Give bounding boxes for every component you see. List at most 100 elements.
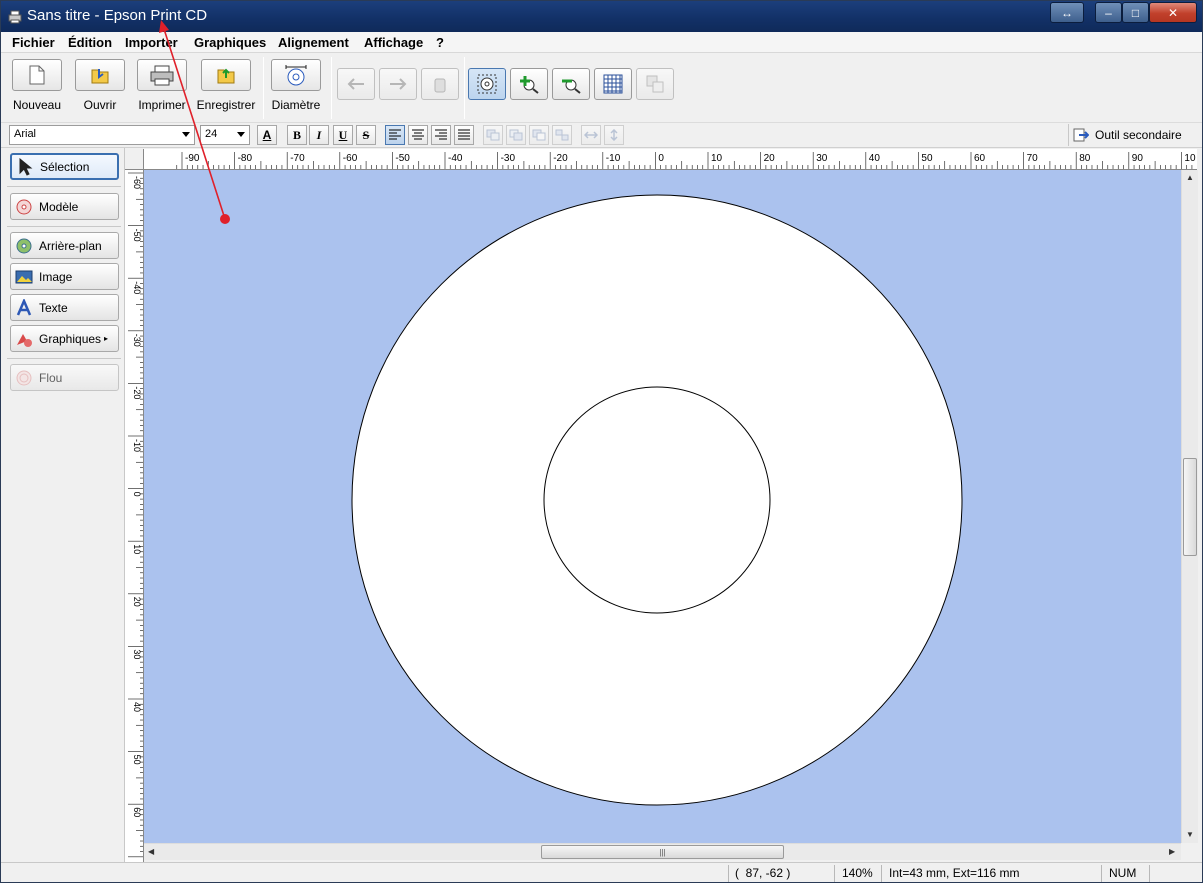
- layout-icon: [646, 75, 664, 93]
- strikethrough-button[interactable]: S: [356, 125, 376, 145]
- italic-button[interactable]: I: [309, 125, 329, 145]
- redo-arrow-icon: [390, 78, 407, 90]
- menu-edition[interactable]: Édition: [68, 35, 112, 50]
- delete-button[interactable]: [421, 68, 459, 100]
- send-backward-button[interactable]: [529, 125, 549, 145]
- blur-icon: [16, 370, 32, 385]
- open-label: Ouvrir: [83, 98, 117, 112]
- ruler-label: -20: [553, 153, 568, 164]
- blur-tool-label: Flou: [39, 370, 63, 385]
- print-button[interactable]: [137, 59, 187, 91]
- ruler-label: 20: [764, 153, 776, 164]
- scroll-left-icon[interactable]: ◀: [148, 847, 154, 856]
- undo-button[interactable]: [337, 68, 375, 100]
- model-tool[interactable]: Modèle: [10, 193, 119, 220]
- new-button[interactable]: [12, 59, 62, 91]
- model-tool-label: Modèle: [39, 199, 79, 214]
- close-button[interactable]: ✕: [1149, 2, 1197, 23]
- layer-back-icon: [555, 129, 569, 141]
- text-tool-label: Texte: [39, 300, 68, 315]
- vertical-scrollbar[interactable]: ▲ ▼: [1181, 170, 1198, 843]
- toolbar-separator: [263, 57, 264, 119]
- chevron-down-icon: [182, 132, 190, 137]
- scroll-right-icon[interactable]: ▶: [1169, 847, 1175, 856]
- design-canvas[interactable]: [144, 170, 1181, 843]
- center-horizontal-button[interactable]: [581, 125, 601, 145]
- tool-panel: Sélection Modèle Arrière-plan Image Text…: [1, 148, 125, 862]
- ruler-label: 50: [921, 153, 933, 164]
- ruler-label: 30: [816, 153, 828, 164]
- tool-separator: [7, 358, 121, 359]
- grid-icon: [603, 74, 623, 94]
- ruler-label: 20: [132, 597, 142, 607]
- resize-icon[interactable]: ↔: [1050, 2, 1084, 23]
- underline-button[interactable]: U: [333, 125, 353, 145]
- layout-button[interactable]: [636, 68, 674, 100]
- menu-alignement[interactable]: Alignement: [278, 35, 349, 50]
- minimize-button[interactable]: –: [1095, 2, 1122, 23]
- scroll-up-icon[interactable]: ▲: [1186, 173, 1194, 182]
- redo-button[interactable]: [379, 68, 417, 100]
- send-back-button[interactable]: [552, 125, 572, 145]
- ruler-label: 30: [132, 649, 142, 659]
- horizontal-scrollbar[interactable]: ◀ ||| ▶: [144, 843, 1181, 860]
- background-tool[interactable]: Arrière-plan: [10, 232, 119, 259]
- ruler-label: -50: [132, 229, 142, 242]
- align-center-button[interactable]: [408, 125, 428, 145]
- align-right-button[interactable]: [431, 125, 451, 145]
- status-divider: [728, 865, 729, 882]
- shapes-icon: [17, 333, 32, 347]
- bold-button[interactable]: B: [287, 125, 307, 145]
- disc-layout[interactable]: [144, 170, 1181, 843]
- graphics-tool[interactable]: Graphiques ▸: [10, 325, 119, 352]
- horizontal-scroll-thumb[interactable]: |||: [541, 845, 784, 859]
- open-button[interactable]: [75, 59, 125, 91]
- bring-front-button[interactable]: [483, 125, 503, 145]
- selection-tool[interactable]: Sélection: [10, 153, 119, 180]
- disc-inner-edge[interactable]: [543, 386, 771, 614]
- zoom-in-button[interactable]: [510, 68, 548, 100]
- text-color-button[interactable]: A: [257, 125, 277, 145]
- new-label: Nouveau: [12, 98, 62, 112]
- ruler-label: 60: [132, 807, 142, 817]
- scroll-down-icon[interactable]: ▼: [1186, 830, 1194, 839]
- center-vertical-icon: [610, 129, 618, 141]
- font-size-dropdown[interactable]: 24: [200, 125, 250, 145]
- secondary-tool-button[interactable]: Outil secondaire: [1068, 124, 1190, 146]
- zoom-out-button[interactable]: [552, 68, 590, 100]
- status-bar: ( 87, -62 ) 140% Int=43 mm, Ext=116 mm N…: [1, 862, 1202, 882]
- text-tool[interactable]: Texte: [10, 294, 119, 321]
- diameter-button[interactable]: [271, 59, 321, 91]
- ruler-label: -20: [132, 386, 142, 399]
- align-left-button[interactable]: [385, 125, 405, 145]
- title-bar[interactable]: Sans titre - Epson Print CD ↔ – □ ✕: [1, 1, 1202, 32]
- blur-tool[interactable]: Flou: [10, 364, 119, 391]
- disc-diameters: Int=43 mm, Ext=116 mm: [889, 866, 1020, 880]
- ruler-label: -60: [343, 153, 358, 164]
- vertical-scroll-thumb[interactable]: [1183, 458, 1197, 556]
- tool-separator: [7, 226, 121, 227]
- menu-graphiques[interactable]: Graphiques: [194, 35, 266, 50]
- graphics-tool-label: Graphiques: [39, 331, 102, 346]
- ruler-label: 90: [1132, 153, 1144, 164]
- image-tool-label: Image: [39, 269, 73, 284]
- justify-button[interactable]: [454, 125, 474, 145]
- maximize-button[interactable]: □: [1122, 2, 1149, 23]
- menu-help[interactable]: ?: [436, 35, 444, 50]
- center-vertical-button[interactable]: [604, 125, 624, 145]
- font-dropdown[interactable]: Arial: [9, 125, 195, 145]
- image-tool[interactable]: Image: [10, 263, 119, 290]
- text-a-icon: [16, 298, 32, 315]
- grid-button[interactable]: [594, 68, 632, 100]
- chevron-down-icon: [237, 132, 245, 137]
- disc-view-button[interactable]: [468, 68, 506, 100]
- menu-affichage[interactable]: Affichage: [364, 35, 423, 50]
- export-arrow-icon: [1073, 128, 1089, 142]
- disc-template-icon: [16, 199, 32, 214]
- ruler-label: 70: [1027, 153, 1039, 164]
- bring-forward-button[interactable]: [506, 125, 526, 145]
- menu-fichier[interactable]: Fichier: [12, 35, 55, 50]
- save-button[interactable]: [201, 59, 251, 91]
- menu-importer[interactable]: Importer: [125, 35, 178, 50]
- ruler-label: 50: [132, 755, 142, 765]
